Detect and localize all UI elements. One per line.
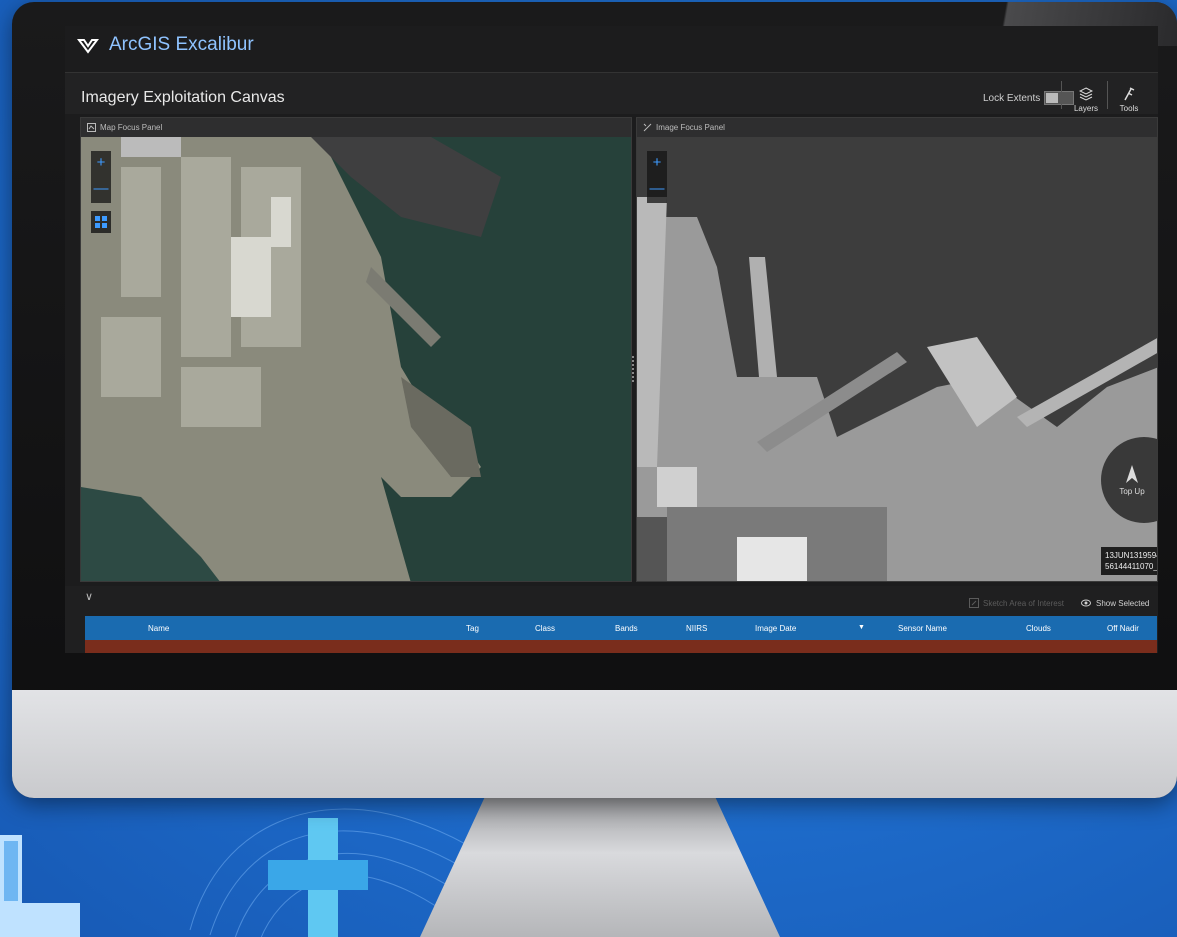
column-header-clouds[interactable]: Clouds bbox=[1026, 624, 1051, 633]
grid-button[interactable] bbox=[91, 211, 111, 233]
grayscale-image bbox=[637, 137, 1157, 581]
monitor: ArcGIS Excalibur Imagery Exploitation Ca… bbox=[12, 2, 1177, 798]
map-panel-title: Map Focus Panel bbox=[100, 123, 163, 132]
image-panel-title: Image Focus Panel bbox=[656, 123, 725, 132]
panel-splitter[interactable] bbox=[632, 356, 634, 384]
sort-desc-icon[interactable]: ▼ bbox=[858, 624, 865, 631]
table-row-selected[interactable] bbox=[85, 640, 1157, 653]
app-screen: ArcGIS Excalibur Imagery Exploitation Ca… bbox=[65, 26, 1158, 653]
layers-button[interactable]: Layers bbox=[1068, 79, 1104, 113]
table-header: Name Tag Class Bands NIIRS Image Date ▼ … bbox=[85, 616, 1157, 640]
divider bbox=[1061, 81, 1062, 109]
image-view[interactable]: + — Top Up 13JUN13195946-P 56144411070_0… bbox=[637, 137, 1157, 581]
collapse-button[interactable]: ∨ bbox=[85, 590, 93, 603]
decorative-logo bbox=[0, 835, 80, 937]
tools-button[interactable]: Tools bbox=[1111, 79, 1147, 113]
map-view[interactable]: + — bbox=[81, 137, 631, 581]
app-title: ArcGIS Excalibur bbox=[77, 34, 254, 56]
image-id-line-2: 56144411070_01_ bbox=[1105, 562, 1157, 571]
map-zoom-out-button[interactable]: — bbox=[91, 177, 111, 203]
sketch-area-button[interactable]: Sketch Area of Interest bbox=[969, 598, 1064, 608]
sketch-icon bbox=[969, 598, 979, 608]
image-id-label: 13JUN13195946-P 56144411070_01_ bbox=[1101, 547, 1157, 575]
column-header-class[interactable]: Class bbox=[535, 624, 555, 633]
north-arrow-icon bbox=[1126, 464, 1138, 483]
tools-icon bbox=[1124, 87, 1135, 101]
layers-icon bbox=[1079, 87, 1093, 101]
map-zoom-in-button[interactable]: + bbox=[91, 151, 111, 177]
map-panel-header: Map Focus Panel bbox=[81, 118, 631, 137]
column-header-tag[interactable]: Tag bbox=[466, 624, 479, 633]
image-focus-panel: Image Focus Panel + — Top Up 13JUN131959… bbox=[636, 117, 1158, 582]
lock-extents-label: Lock Extents bbox=[983, 92, 1041, 104]
sketch-label: Sketch Area of Interest bbox=[983, 598, 1064, 608]
image-zoom-control: + — bbox=[647, 151, 667, 203]
page-title: Imagery Exploitation Canvas bbox=[81, 89, 285, 106]
column-header-bands[interactable]: Bands bbox=[615, 624, 638, 633]
show-selected-button[interactable]: Show Selected bbox=[1081, 598, 1149, 608]
image-zoom-in-button[interactable]: + bbox=[647, 151, 667, 177]
map-panel-icon bbox=[87, 123, 96, 132]
image-id-line-1: 13JUN13195946-P bbox=[1105, 551, 1157, 560]
grid-icon bbox=[95, 216, 107, 228]
layers-label: Layers bbox=[1073, 104, 1098, 113]
app-header: Imagery Exploitation Canvas Lock Extents… bbox=[65, 72, 1158, 114]
tools-label: Tools bbox=[1119, 104, 1139, 113]
column-header-off-nadir[interactable]: Off Nadir bbox=[1107, 624, 1139, 633]
results-panel: ∨ Sketch Area of Interest Show Selected … bbox=[65, 586, 1158, 653]
divider bbox=[1107, 81, 1108, 109]
eye-icon bbox=[1081, 599, 1091, 607]
image-panel-icon bbox=[643, 123, 652, 132]
column-header-image-date[interactable]: Image Date bbox=[755, 624, 796, 633]
top-up-label: Top Up bbox=[1119, 486, 1145, 496]
image-zoom-out-button[interactable]: — bbox=[647, 177, 667, 203]
image-panel-header: Image Focus Panel bbox=[637, 118, 1157, 137]
column-header-niirs[interactable]: NIIRS bbox=[686, 624, 707, 633]
app-name: ArcGIS Excalibur bbox=[109, 34, 254, 55]
column-header-sensor-name[interactable]: Sensor Name bbox=[898, 624, 947, 633]
satellite-map-image bbox=[81, 137, 631, 581]
show-selected-label: Show Selected bbox=[1096, 598, 1150, 608]
monitor-chin bbox=[12, 690, 1177, 798]
map-zoom-control: + — bbox=[91, 151, 111, 203]
app-logo-icon bbox=[77, 39, 99, 54]
plus-decoration bbox=[268, 818, 368, 937]
column-header-name[interactable]: Name bbox=[148, 624, 169, 633]
map-focus-panel: Map Focus Panel + — bbox=[80, 117, 632, 582]
